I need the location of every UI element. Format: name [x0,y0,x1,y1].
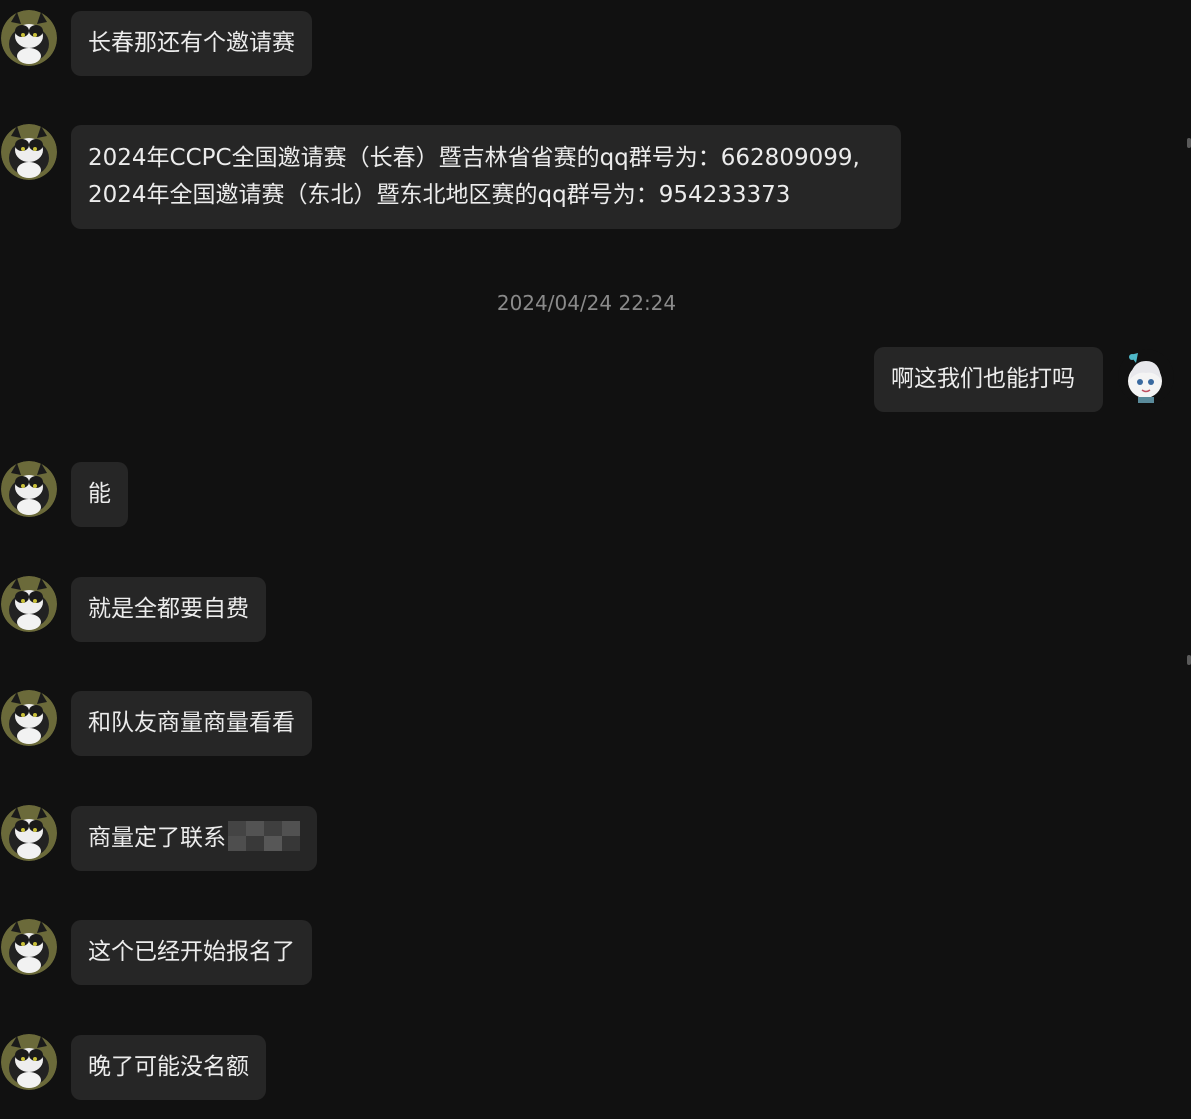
scrollbar-mark[interactable] [1187,138,1191,148]
message-text-line: 2024年CCPC全国邀请赛（长春）暨吉林省省赛的qq群号为：662809099… [88,145,860,171]
chat-message-list[interactable]: 长春那还有个邀请赛 2024年CCPC全国邀请赛（长春）暨吉林省省赛的qq群号为… [0,0,1191,1119]
cat-avatar-icon[interactable] [1,461,57,517]
cat-avatar-icon[interactable] [1,690,57,746]
anime-girl-avatar-icon[interactable] [1118,349,1174,405]
cat-avatar-icon[interactable] [1,10,57,66]
cat-avatar-icon[interactable] [1,1034,57,1090]
cat-avatar-icon[interactable] [1,805,57,861]
message-text: 和队友商量商量看看 [88,710,295,736]
message-bubble[interactable]: 2024年CCPC全国邀请赛（长春）暨吉林省省赛的qq群号为：662809099… [71,125,901,229]
message-text-line: 2024年全国邀请赛（东北）暨东北地区赛的qq群号为：954233373 [88,182,791,208]
message-bubble[interactable]: 和队友商量商量看看 [71,691,312,756]
message-bubble[interactable]: 长春那还有个邀请赛 [71,11,312,76]
message-text: 这个已经开始报名了 [88,939,295,965]
message-text: 商量定了联系 [88,825,226,851]
message-bubble[interactable]: 晚了可能没名额 [71,1035,266,1100]
message-bubble[interactable]: 这个已经开始报名了 [71,920,312,985]
message-bubble[interactable]: 就是全都要自费 [71,577,266,642]
message-bubble[interactable]: 商量定了联系 [71,806,317,871]
message-text: 晚了可能没名额 [88,1054,249,1080]
cat-avatar-icon[interactable] [1,919,57,975]
message-text: 能 [88,481,111,507]
message-text: 就是全都要自费 [88,596,249,622]
message-bubble-self[interactable]: 啊这我们也能打吗 [874,347,1103,412]
scrollbar-mark[interactable] [1187,655,1191,665]
redacted-mosaic [228,821,300,851]
timestamp-divider: 2024/04/24 22:24 [496,291,677,315]
cat-avatar-icon[interactable] [1,124,57,180]
message-text: 啊这我们也能打吗 [891,366,1075,392]
message-bubble[interactable]: 能 [71,462,128,527]
cat-avatar-icon[interactable] [1,576,57,632]
message-text: 长春那还有个邀请赛 [88,30,295,56]
